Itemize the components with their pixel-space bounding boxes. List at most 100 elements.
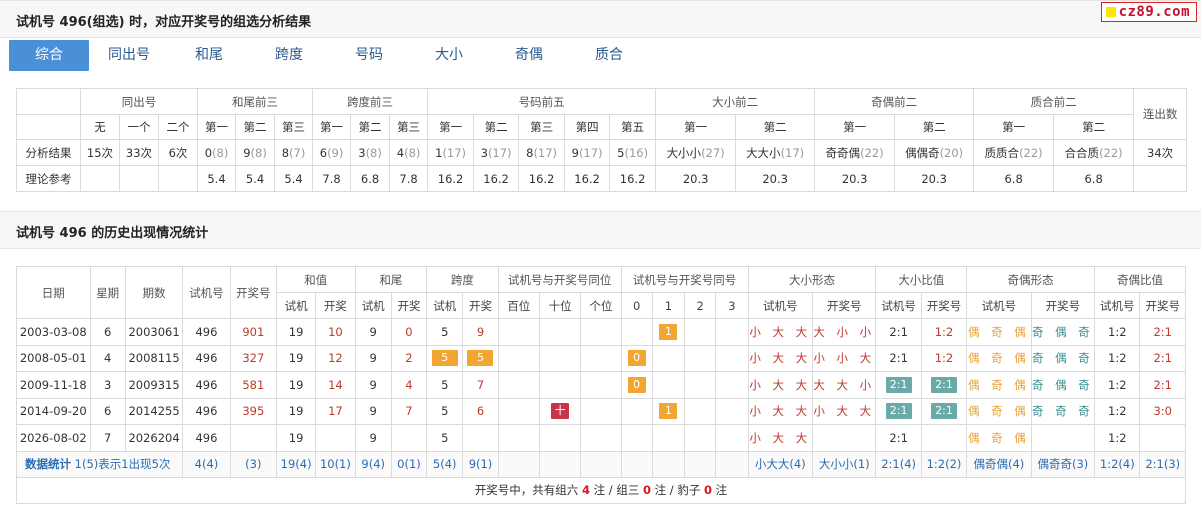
same-position-cell: [497, 344, 540, 372]
sub-header: 十位: [538, 292, 582, 319]
header-big-small-ratio: 大小比值: [875, 266, 968, 293]
result-count: (22): [1099, 145, 1123, 160]
test-number-cell: 496: [182, 397, 231, 425]
stats-cell: 2:1(4): [875, 450, 922, 478]
result-cell: 5(16): [609, 139, 657, 166]
stats-cell: [580, 450, 622, 478]
stats-cell: (3): [229, 450, 277, 478]
big-small-ratio-test-cell: 2:1: [875, 318, 922, 346]
footer-summary: 开奖号中，共有组六 4 注 / 组三 0 注 / 豹子 0 注: [16, 476, 1186, 504]
tab-prime-composite[interactable]: 质合: [569, 40, 649, 71]
same-number-cell: 1: [651, 397, 686, 425]
tab-odd-even[interactable]: 奇偶: [489, 40, 569, 71]
tab-overall[interactable]: 综合: [9, 40, 89, 71]
reference-cell: 5.4: [197, 165, 237, 192]
span-test-cell: 5: [426, 318, 464, 346]
stats-cell: 大小小(1): [811, 450, 877, 478]
tab-sum-tail[interactable]: 和尾: [169, 40, 249, 71]
result-count: (22): [1019, 145, 1043, 160]
odd-even-ratio-test-cell: 1:2: [1094, 371, 1141, 399]
result-count: (20): [939, 145, 964, 160]
tail-draw-cell: 4: [390, 371, 428, 399]
same-position-cell: [580, 397, 622, 425]
tab-number[interactable]: 号码: [329, 40, 409, 71]
sum-draw-cell: 12: [315, 344, 356, 372]
result-count: (17): [442, 145, 467, 160]
sub-header: 第四: [564, 114, 611, 140]
stats-cell: 4(4): [182, 450, 231, 478]
week-cell: 3: [89, 371, 126, 399]
stats-cell: [538, 450, 582, 478]
big-small-ratio-test-cell: 2:1: [875, 397, 922, 425]
result-count: (7): [289, 145, 306, 160]
sub-header: 0: [620, 292, 653, 319]
date-cell: 2009-11-18: [16, 371, 91, 399]
reference-cell: 16.2: [518, 165, 566, 192]
big-small-draw-cell: 大 小 小: [811, 318, 877, 346]
reference-cell: [119, 165, 159, 192]
footer-text: 开奖号中，共有组六: [474, 483, 579, 497]
stats-cell: [651, 450, 686, 478]
sub-header: 试机号: [747, 292, 813, 319]
result-cell: 大小小(27): [655, 139, 737, 166]
big-small-ratio-draw-cell: 1:2: [920, 318, 968, 346]
stats-cell: 19(4): [275, 450, 317, 478]
sum-draw-cell: 10: [315, 318, 356, 346]
result-cell: 6(9): [312, 139, 352, 166]
result-count: (16): [624, 145, 649, 160]
sum-draw-cell: 17: [315, 397, 356, 425]
tab-big-small[interactable]: 大小: [409, 40, 489, 71]
sub-header: 第五: [609, 114, 657, 140]
result-cell: 3(17): [473, 139, 520, 166]
big-small-ratio-test-cell: 2:1: [875, 344, 922, 372]
reference-cell: 16.2: [427, 165, 475, 192]
result-cell: 1(17): [427, 139, 475, 166]
odd-even-test-cell: 偶 奇 偶: [966, 424, 1032, 452]
odd-even-test-cell: 偶 奇 偶: [966, 318, 1032, 346]
big-small-test-cell: 小 大 大: [747, 344, 813, 372]
tail-draw-cell: 7: [390, 397, 428, 425]
result-count: (8): [365, 145, 382, 160]
issue-cell: 2014255: [124, 397, 184, 425]
same-number-cell: [620, 424, 653, 452]
same-number-cell: [684, 371, 717, 399]
stats-cell: [715, 450, 749, 478]
span-draw-cell: 9: [462, 318, 499, 346]
group-header: 号码前五: [427, 88, 657, 115]
big-small-test-cell: 小 大 大: [747, 371, 813, 399]
span-hit-badge: 5: [431, 350, 458, 367]
tab-span[interactable]: 跨度: [249, 40, 329, 71]
site-logo[interactable]: cz89.com: [1100, 2, 1197, 22]
tail-test-cell: 9: [354, 371, 392, 399]
sub-header: 3: [715, 292, 749, 319]
big-small-draw-cell: 小 小 大: [811, 344, 877, 372]
sub-header: 第二: [1053, 114, 1135, 140]
result-count: (22): [860, 145, 884, 160]
big-small-ratio-draw-cell: 2:1: [920, 371, 968, 399]
stats-cell: 5(4): [426, 450, 464, 478]
result-count: (17): [533, 145, 558, 160]
result-count: (17): [487, 145, 512, 160]
odd-even-ratio-test-cell: 1:2: [1094, 397, 1141, 425]
odd-even-ratio-test-cell: 1:2: [1094, 344, 1141, 372]
sum-draw-cell: [315, 424, 356, 452]
span-draw-cell: 6: [462, 397, 499, 425]
span-draw-cell: [462, 424, 499, 452]
group-header: 跨度前三: [312, 88, 429, 115]
odd-even-ratio-test-cell: 1:2: [1094, 424, 1141, 452]
week-cell: 7: [89, 424, 126, 452]
result-value: 偶偶奇: [905, 145, 940, 160]
result-cell: 33次: [119, 139, 159, 166]
tab-same-number[interactable]: 同出号: [89, 40, 169, 71]
issue-cell: 2009315: [124, 371, 184, 399]
test-number-cell: 496: [182, 424, 231, 452]
odd-even-draw-cell: 奇 偶 奇: [1030, 318, 1096, 346]
reference-cell: 7.8: [312, 165, 352, 192]
stats-cell: 10(1): [315, 450, 356, 478]
stats-label-cell: 数据统计 1(5)表示1出现5次: [15, 450, 184, 478]
odd-even-draw-cell: 奇 偶 奇: [1030, 344, 1096, 372]
header-date: 日期: [16, 266, 91, 319]
same-position-cell: [497, 318, 540, 346]
same-position-cell: [497, 397, 540, 425]
sub-header: 1: [651, 292, 686, 319]
